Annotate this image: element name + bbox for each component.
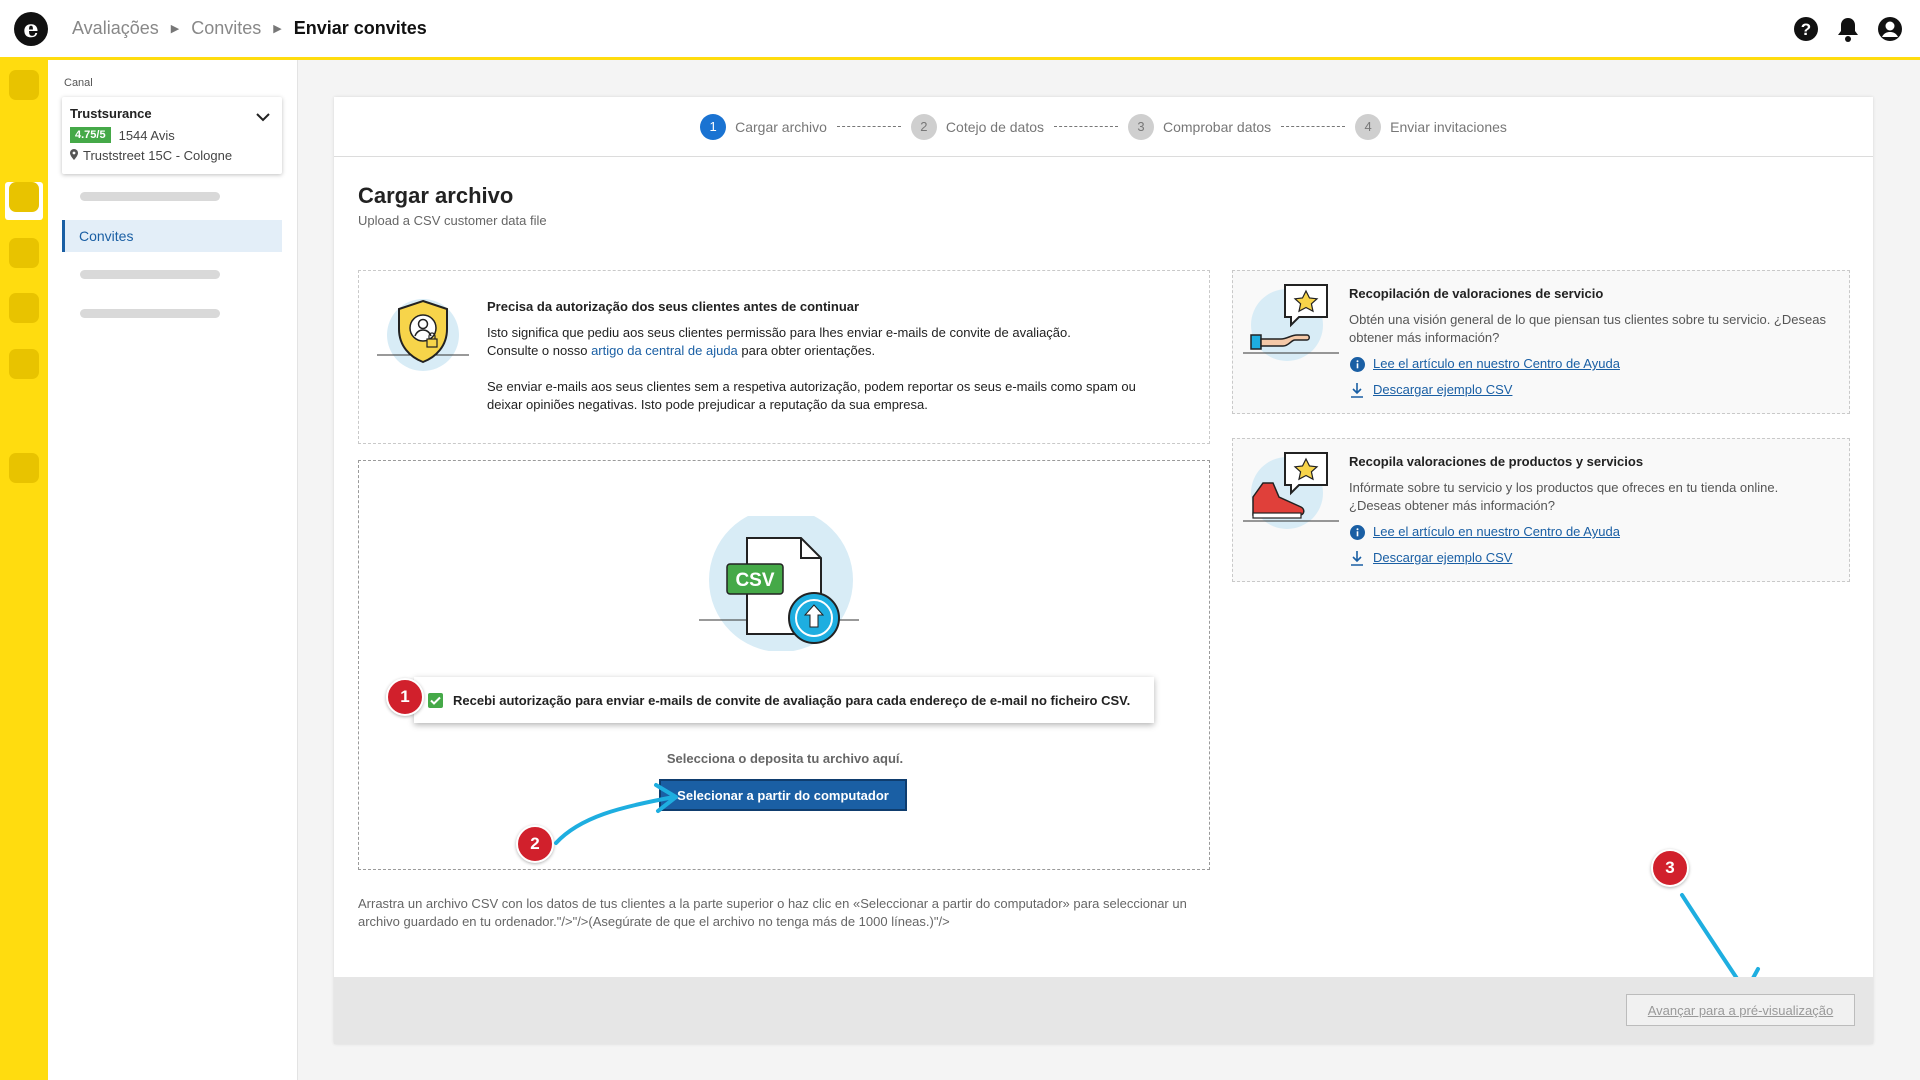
step-marker-1: 1 — [386, 678, 424, 716]
location-pin-icon — [70, 148, 78, 163]
select-from-computer-button[interactable]: Selecionar a partir do computador — [659, 779, 907, 811]
download-example-label: Descargar ejemplo CSV — [1373, 550, 1513, 565]
breadcrumb-separator-icon: ▶ — [273, 23, 282, 35]
rail-nav-item[interactable] — [9, 293, 39, 323]
step-marker-2: 2 — [516, 825, 554, 863]
download-example-label: Descargar ejemplo CSV — [1373, 382, 1513, 397]
shoe-star-review-icon — [1243, 447, 1339, 542]
help-article-label: Lee el artículo en nuestro Centro de Ayu… — [1373, 356, 1620, 371]
info-card-description: Infórmate sobre tu servicio y los produc… — [1349, 480, 1779, 513]
info-card-title: Recopila valoraciones de productos y ser… — [1349, 454, 1644, 469]
consent-label: Recebi autorização para enviar e-mails d… — [453, 692, 1131, 708]
download-icon — [1349, 382, 1365, 398]
authorization-line-2-suffix: para obter orientações. — [741, 343, 876, 358]
step-data-matching: 2 Cotejo de datos — [910, 113, 1044, 140]
help-icon[interactable]: ? — [1792, 15, 1820, 43]
review-count: 1544 Avis — [118, 127, 175, 143]
breadcrumb-send-invites: Enviar convites — [293, 18, 427, 38]
sidebar-item-label: Convites — [79, 228, 134, 244]
upload-instructions: Arrastra un archivo CSV con los datos de… — [358, 896, 1187, 929]
info-card-description: Obtén una visión general de lo que piens… — [1349, 312, 1826, 345]
help-article-label: Lee el artículo en nuestro Centro de Ayu… — [1373, 524, 1620, 539]
step-check-data: 3 Comprobar datos — [1128, 113, 1272, 140]
user-account-icon[interactable] — [1876, 15, 1904, 43]
step-label: Enviar invitaciones — [1390, 118, 1507, 135]
download-example-csv-link[interactable]: Descargar ejemplo CSV — [1349, 549, 1829, 567]
download-icon — [1349, 550, 1365, 566]
consent-checkbox[interactable] — [428, 692, 443, 708]
sidebar-item-placeholder[interactable] — [80, 270, 220, 279]
brand-logo[interactable]: e — [14, 11, 48, 46]
step-divider — [1054, 126, 1118, 127]
info-card-product-reviews: Recopila valoraciones de productos y ser… — [1232, 438, 1850, 582]
breadcrumb: Avaliações ▶ Convites ▶ Enviar convites — [72, 18, 427, 39]
notification-bell-icon[interactable] — [1834, 15, 1862, 43]
csv-label: CSV — [735, 570, 774, 591]
page-title: Cargar archivo — [358, 183, 514, 208]
info-icon — [1349, 524, 1365, 540]
breadcrumb-reviews[interactable]: Avaliações — [72, 18, 159, 39]
breadcrumb-invites[interactable]: Convites — [191, 18, 261, 39]
step-label: Cargar archivo — [735, 118, 827, 135]
app-rail — [0, 60, 48, 1080]
authorization-line-2-prefix: Consulte o nosso — [487, 343, 588, 358]
step-number: 1 — [700, 113, 727, 140]
footer-action-bar: Avançar para a pré-visualização — [334, 977, 1873, 1044]
help-article-link[interactable]: Lee el artículo en nuestro Centro de Ayu… — [1349, 355, 1829, 373]
csv-upload-icon: CSV — [699, 508, 859, 656]
channel-selector[interactable]: Trustsurance 4.75/5 1544 Avis Truststree… — [62, 97, 282, 174]
step-divider — [836, 126, 901, 127]
step-label: Cotejo de datos — [945, 118, 1044, 135]
authorization-warning: Se enviar e-mails aos seus clientes sem … — [487, 379, 1136, 412]
channel-label: Canal — [64, 77, 93, 89]
authorization-line-1: Isto significa que pediu aos seus client… — [487, 325, 1071, 340]
rail-nav-item[interactable] — [9, 453, 39, 483]
chevron-down-icon[interactable] — [256, 109, 270, 127]
help-article-link[interactable]: Lee el artículo en nuestro Centro de Ayu… — [1349, 523, 1829, 541]
sidebar: Canal Trustsurance 4.75/5 1544 Avis Trus… — [48, 60, 298, 1080]
rail-nav-item[interactable] — [9, 349, 39, 379]
step-label: Comprobar datos — [1163, 118, 1272, 135]
channel-address: Truststreet 15C - Cologne — [83, 148, 233, 163]
logo-letter: e — [23, 14, 39, 43]
sidebar-item-placeholder[interactable] — [80, 309, 220, 318]
progress-stepper: 1 Cargar archivo 2 Cotejo de datos 3 Com… — [334, 97, 1873, 157]
download-example-csv-link[interactable]: Descargar ejemplo CSV — [1349, 381, 1829, 399]
step-number: 4 — [1355, 113, 1382, 140]
continue-to-preview-button[interactable]: Avançar para a pré-visualização — [1626, 994, 1855, 1026]
breadcrumb-separator-icon: ▶ — [170, 23, 180, 35]
authorization-line-2: Consulte o nosso artigo da central de aj… — [487, 342, 1167, 360]
step-divider — [1281, 126, 1346, 127]
main-panel: 1 Cargar archivo 2 Cotejo de datos 3 Com… — [334, 97, 1873, 1044]
info-card-title: Recopilación de valoraciones de servicio — [1349, 286, 1604, 301]
sidebar-item-placeholder[interactable] — [80, 192, 220, 201]
svg-text:?: ? — [1801, 20, 1811, 39]
channel-name: Trustsurance — [70, 106, 152, 121]
authorization-title: Precisa da autorização dos seus clientes… — [487, 299, 860, 314]
hand-star-review-icon — [1243, 279, 1339, 374]
sidebar-item-invites[interactable]: Convites — [62, 220, 282, 252]
page-subtitle: Upload a CSV customer data file — [358, 213, 547, 228]
info-card-service-reviews: Recopilación de valoraciones de servicio… — [1232, 270, 1850, 414]
step-upload-file: 1 Cargar archivo — [700, 113, 827, 140]
rail-nav-item[interactable] — [9, 182, 39, 212]
step-number: 3 — [1128, 113, 1154, 140]
info-icon — [1349, 356, 1365, 372]
drop-hint: Selecciona o deposita tu archivo aquí. — [666, 751, 904, 766]
arrow-to-select-button-icon — [554, 783, 678, 845]
step-marker-3: 3 — [1651, 849, 1689, 887]
top-header: e Avaliações ▶ Convites ▶ Enviar convite… — [0, 0, 1920, 60]
rail-nav-item[interactable] — [9, 70, 39, 100]
header-actions: ? — [1792, 15, 1904, 43]
authorization-notice: Precisa da autorização dos seus clientes… — [358, 270, 1210, 444]
rating-badge: 4.75/5 — [70, 127, 111, 143]
step-number: 2 — [910, 113, 937, 140]
shield-user-icon — [377, 295, 469, 380]
help-center-article-link[interactable]: artigo da central de ajuda — [591, 343, 738, 358]
rail-nav-item[interactable] — [9, 238, 39, 268]
file-drop-zone[interactable]: CSV Recebi autorização para enviar e-mai… — [358, 460, 1210, 870]
step-send-invitations: 4 Enviar invitaciones — [1355, 113, 1507, 140]
authorization-consent[interactable]: Recebi autorização para enviar e-mails d… — [414, 677, 1154, 723]
